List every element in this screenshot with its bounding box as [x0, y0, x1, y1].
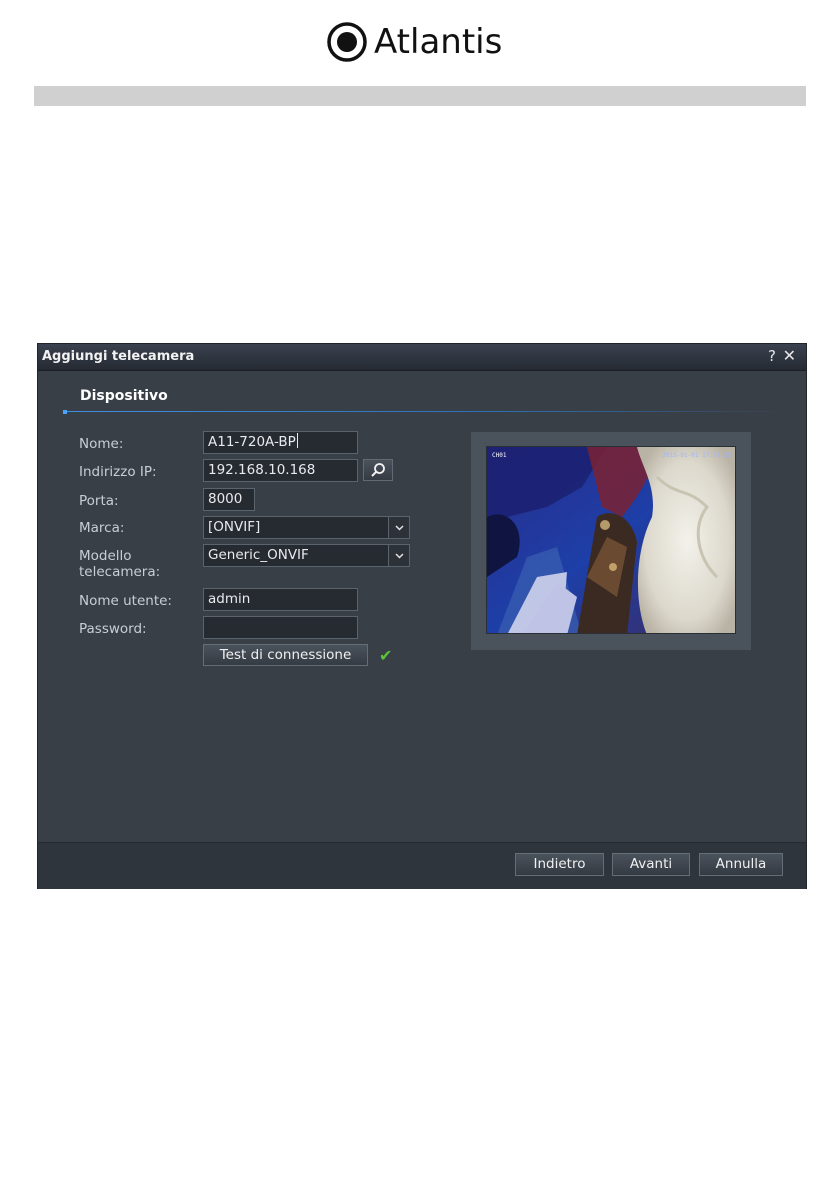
- model-label: Modello telecamera:: [79, 548, 160, 580]
- section-divider: [64, 411, 774, 412]
- logo-text: Atlantis: [374, 22, 503, 62]
- port-label: Porta:: [79, 493, 119, 509]
- preview-scene-image: [487, 447, 735, 633]
- password-label: Password:: [79, 621, 147, 637]
- cancel-button[interactable]: Annulla: [699, 853, 783, 876]
- model-value: Generic_ONVIF: [208, 547, 309, 563]
- model-select[interactable]: Generic_ONVIF: [203, 544, 410, 567]
- brand-select[interactable]: [ONVIF]: [203, 516, 410, 539]
- name-input[interactable]: A11-720A-BP: [203, 431, 358, 454]
- checkmark-icon: ✔: [379, 646, 393, 665]
- ip-input[interactable]: 192.168.10.168: [203, 459, 358, 482]
- search-button[interactable]: [363, 459, 393, 481]
- camera-preview-image: CH01 2015-01-01 17:54:25: [486, 446, 736, 634]
- add-camera-dialog: Aggiungi telecamera ? ✕ Dispositivo Nome…: [38, 344, 806, 889]
- chevron-down-icon[interactable]: [388, 545, 409, 566]
- username-input[interactable]: admin: [203, 588, 358, 611]
- dialog-footer: Indietro Avanti Annulla: [38, 842, 806, 889]
- model-label-line1: Modello: [79, 548, 132, 564]
- text-cursor: [296, 433, 298, 448]
- section-title: Dispositivo: [80, 388, 168, 404]
- search-icon: [371, 463, 385, 477]
- help-icon[interactable]: ?: [768, 347, 776, 365]
- preview-timestamp: 2015-01-01 17:54:25: [662, 452, 731, 459]
- password-input[interactable]: [203, 616, 358, 639]
- dialog-titlebar[interactable]: Aggiungi telecamera ? ✕: [38, 344, 806, 371]
- atlantis-logo: Atlantis: [326, 18, 502, 66]
- username-label: Nome utente:: [79, 593, 172, 609]
- brand-label: Marca:: [79, 520, 125, 536]
- chevron-down-icon[interactable]: [388, 517, 409, 538]
- back-button[interactable]: Indietro: [515, 853, 604, 876]
- dialog-title: Aggiungi telecamera: [42, 349, 195, 364]
- section-divider-dot: [63, 410, 67, 414]
- logo-mark-icon: [327, 22, 367, 62]
- channel-label: CH01: [492, 452, 507, 459]
- name-value: A11-720A-BP: [208, 434, 296, 450]
- next-button[interactable]: Avanti: [612, 853, 690, 876]
- port-input[interactable]: 8000: [203, 488, 255, 511]
- model-label-line2: telecamera:: [79, 564, 161, 580]
- brand-value: [ONVIF]: [208, 519, 261, 535]
- test-connection-button[interactable]: Test di connessione: [203, 644, 368, 666]
- close-icon[interactable]: ✕: [783, 346, 796, 365]
- camera-preview-frame: CH01 2015-01-01 17:54:25: [471, 432, 751, 650]
- header-divider-bar: [34, 86, 806, 106]
- name-label: Nome:: [79, 436, 124, 452]
- ip-label: Indirizzo IP:: [79, 464, 157, 480]
